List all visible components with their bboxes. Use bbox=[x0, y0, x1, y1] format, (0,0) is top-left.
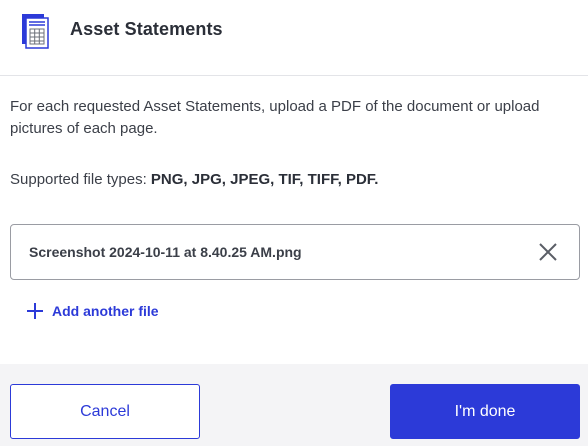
supported-types-label: Supported file types: bbox=[10, 171, 151, 188]
modal-header: Asset Statements bbox=[0, 0, 588, 76]
document-calculator-icon bbox=[22, 14, 49, 49]
supported-file-types: Supported file types: PNG, JPG, JPEG, TI… bbox=[10, 171, 378, 188]
instructions-text: For each requested Asset Statements, upl… bbox=[10, 98, 540, 137]
plus-icon bbox=[27, 303, 43, 319]
done-button[interactable]: I'm done bbox=[390, 384, 580, 439]
supported-types-list: PNG, JPG, JPEG, TIF, TIFF, PDF. bbox=[150, 171, 379, 188]
uploaded-file-item: Screenshot 2024-10-11 at 8.40.25 AM.png bbox=[10, 224, 580, 280]
close-icon[interactable] bbox=[537, 241, 559, 263]
page-title: Asset Statements bbox=[70, 19, 223, 39]
cancel-button[interactable]: Cancel bbox=[10, 384, 200, 439]
modal-footer: Cancel I'm done bbox=[0, 364, 588, 446]
add-another-file-label: Add another file bbox=[52, 303, 159, 319]
file-name: Screenshot 2024-10-11 at 8.40.25 AM.png bbox=[29, 244, 302, 260]
add-another-file-button[interactable]: Add another file bbox=[26, 300, 159, 322]
